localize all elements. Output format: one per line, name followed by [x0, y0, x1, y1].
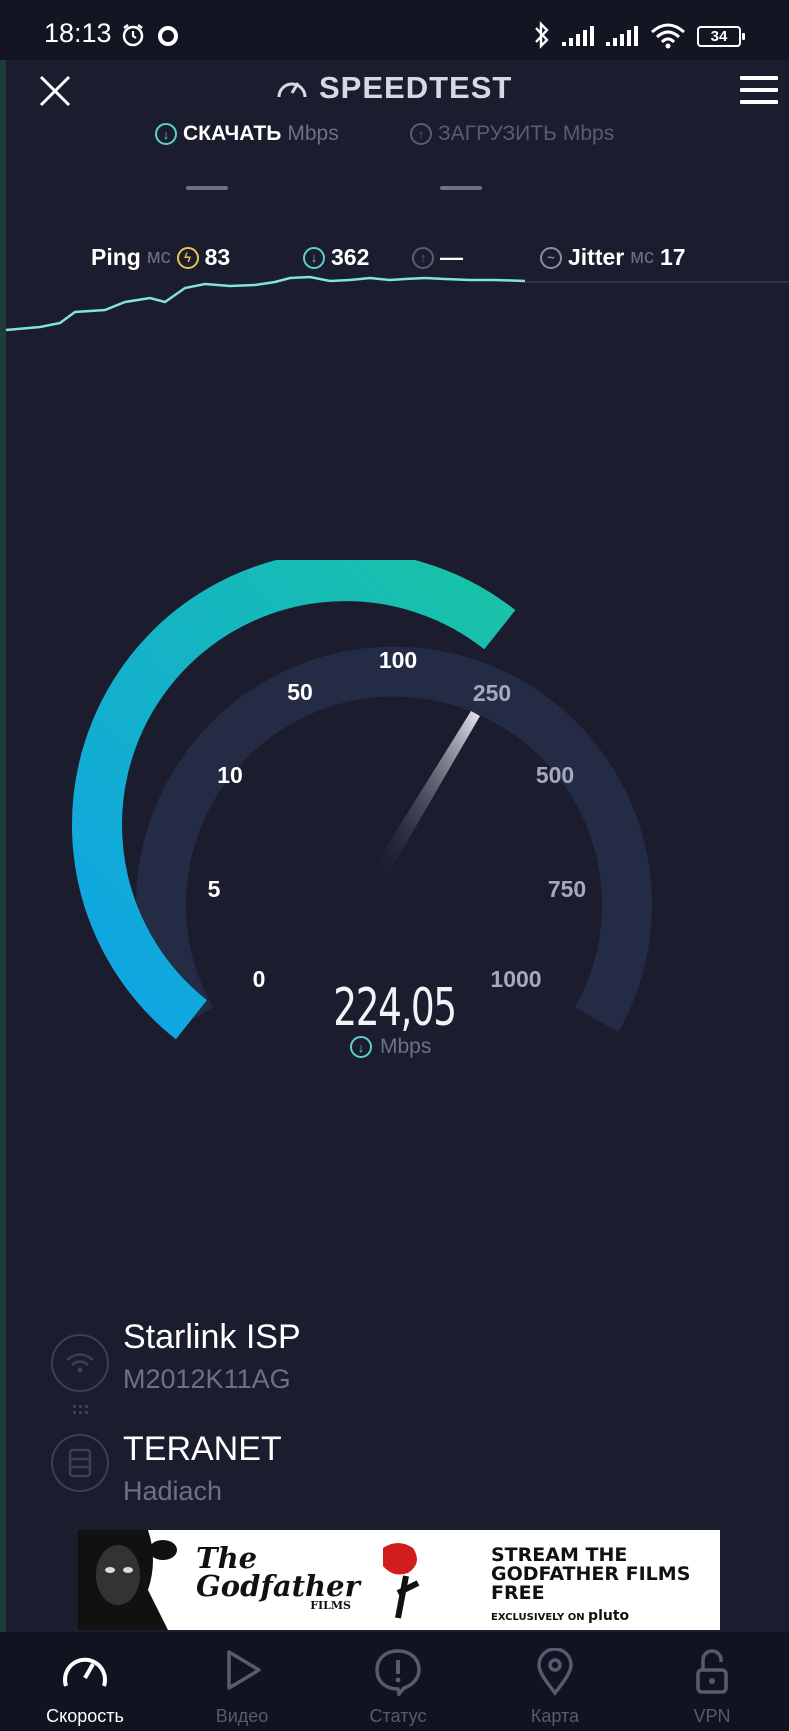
nav-item-map[interactable]: Карта — [485, 1632, 625, 1731]
ad-tagline-text: EXCLUSIVELY ON — [491, 1612, 585, 1623]
tab-download-label: СКАЧАТЬ — [183, 122, 282, 145]
connection-dots-icon — [73, 1405, 88, 1414]
gauge-tick-250: 250 — [473, 680, 511, 706]
upload-arrow-icon: ↑ — [410, 123, 432, 145]
device-name: M2012K11AG — [123, 1364, 291, 1394]
ad-brand: The Godfather FILMS — [196, 1541, 360, 1612]
status-bar: 18:13 34 — [0, 0, 789, 60]
nav-label-status: Статус — [369, 1706, 427, 1726]
nav-label-vpn: VPN — [693, 1706, 731, 1726]
speedometer-icon — [63, 1657, 107, 1687]
close-button[interactable] — [36, 72, 74, 110]
nav-item-vpn[interactable]: VPN — [642, 1632, 782, 1731]
ad-rose-image — [383, 1543, 420, 1619]
nav-item-speed[interactable]: Скорость — [15, 1632, 155, 1731]
speed-reading-unit-text: Mbps — [380, 1035, 432, 1058]
tab-download-unit: Mbps — [287, 122, 339, 145]
gauge-tick-100: 100 — [379, 647, 417, 673]
map-pin-icon — [537, 1648, 573, 1696]
tab-upload[interactable]: ↑ ЗАГРУЗИТЬ Mbps — [410, 122, 614, 146]
signal-2-icon — [606, 26, 638, 46]
isp-name[interactable]: Starlink ISP — [123, 1318, 301, 1357]
ad-banner[interactable]: The Godfather FILMS STREAM THE GODFATHER… — [78, 1530, 720, 1630]
ad-brand-text: The Godfather — [196, 1541, 360, 1603]
download-reading-icon: ↓ — [350, 1036, 372, 1058]
lock-icon — [696, 1649, 728, 1694]
nav-item-video[interactable]: Видео — [172, 1632, 312, 1731]
gauge-tick-750: 750 — [548, 876, 586, 902]
alert-icon — [375, 1649, 421, 1696]
gauge-tick-5: 5 — [208, 876, 221, 902]
server-name[interactable]: TERANET — [123, 1430, 282, 1469]
nav-item-status[interactable]: Статус — [328, 1632, 468, 1731]
speed-graph — [5, 275, 789, 332]
gauge-tick-500: 500 — [536, 762, 574, 788]
menu-button[interactable] — [740, 76, 778, 106]
speed-reading: 224,05 — [333, 978, 457, 1038]
tab-upload-label: ЗАГРУЗИТЬ — [438, 122, 557, 145]
gauge-tick-50: 50 — [287, 679, 313, 705]
ad-headline: STREAM THE GODFATHER FILMS FREE — [491, 1544, 691, 1604]
battery-indicator: 34 — [697, 26, 745, 47]
nav-label-map: Карта — [530, 1706, 580, 1726]
bluetooth-icon — [535, 21, 549, 49]
play-icon — [227, 1650, 261, 1690]
app-title-text: SPEEDTEST — [319, 70, 513, 105]
bottom-nav: Скорость Видео Статус Карта VPN — [0, 1632, 789, 1731]
ad-tagline-brand: pluto — [588, 1608, 630, 1624]
wifi-icon — [651, 23, 685, 49]
circle-status-icon — [158, 26, 178, 46]
download-arrow-icon: ↓ — [155, 123, 177, 145]
tab-download[interactable]: ↓ СКАЧАТЬ Mbps — [155, 122, 339, 146]
speedometer-icon — [277, 82, 307, 98]
ad-portrait-image — [78, 1530, 188, 1630]
gauge-tick-10: 10 — [217, 762, 243, 788]
gauge-needle — [374, 711, 480, 876]
isp-wifi-icon — [51, 1334, 109, 1392]
status-time: 18:13 — [44, 18, 112, 48]
nav-label-video: Видео — [215, 1706, 269, 1726]
signal-1-icon — [562, 26, 594, 46]
speed-reading-unit: ↓ Mbps — [350, 1035, 431, 1059]
upload-placeholder — [440, 186, 482, 190]
gauge-fill — [72, 560, 516, 1040]
server-location: Hadiach — [123, 1476, 223, 1506]
ad-tagline: EXCLUSIVELY ON pluto — [491, 1608, 629, 1624]
alarm-icon — [122, 24, 144, 47]
nav-label-speed: Скорость — [46, 1706, 124, 1726]
app-title: SPEEDTEST — [275, 70, 512, 106]
download-placeholder — [186, 186, 228, 190]
server-icon — [51, 1434, 109, 1492]
tab-upload-unit: Mbps — [562, 122, 615, 145]
